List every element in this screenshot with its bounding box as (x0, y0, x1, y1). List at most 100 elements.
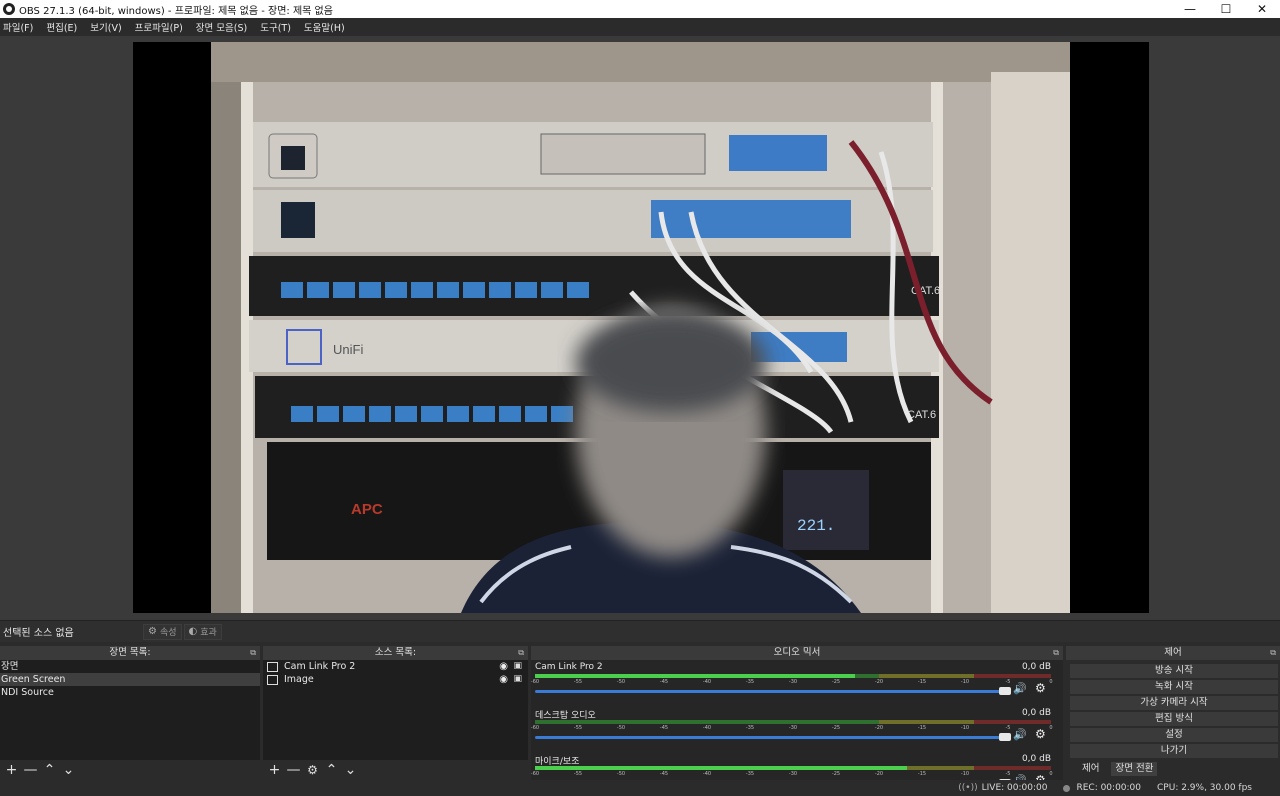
menu-help[interactable]: 도움말(H) (301, 20, 351, 34)
sources-list: Cam Link Pro 2 ◉ ▣ Image ◉ ▣ (263, 660, 528, 760)
source-item[interactable]: Image ◉ ▣ (263, 673, 528, 686)
dock-float-icon[interactable]: ⧉ (1270, 646, 1276, 660)
remove-icon[interactable]: — (21, 761, 40, 779)
meter-ticks: -60 -55 -50 -45 -40 -35 -30 -25 -20 -15 -10 -5 0 (531, 679, 1053, 687)
scene-item[interactable]: Green Screen (0, 673, 260, 686)
mixer-track-db: 0,0 dB (1021, 754, 1051, 764)
lock-icon[interactable]: ▣ (513, 673, 522, 686)
start-virtual-camera-button[interactable]: 가상 카메라 시작 (1070, 696, 1278, 710)
rec-time: REC: 00:00:00 (1076, 783, 1142, 793)
resize-grip-icon[interactable] (1268, 784, 1276, 792)
sources-title: 소스 목록: (374, 647, 417, 658)
scenes-header: 장면 목록: ⧉ (0, 646, 260, 660)
gear-icon[interactable]: ⚙ (1035, 727, 1046, 741)
volume-fader[interactable] (535, 690, 1005, 693)
preview-canvas[interactable]: CAT.6 UniFi CAT.6 APC 221. (133, 42, 1149, 613)
meter-tick-label: -25 (831, 679, 841, 685)
meter-tick-label: -50 (616, 679, 626, 685)
gear-icon: ⚙ (148, 626, 157, 637)
meter-ticks: -60 -55 -50 -45 -40 -35 -30 -25 -20 -15 -10 -5 0 (531, 771, 1053, 779)
meter-tick-label: -10 (960, 771, 970, 777)
meter-tick-label: -55 (573, 725, 583, 731)
meter-ticks: -60 -55 -50 -45 -40 -35 -30 -25 -20 -15 -10 -5 0 (531, 725, 1053, 733)
meter-tick-label: -20 (874, 679, 884, 685)
meter-tick-label: -30 (788, 679, 798, 685)
server-rack-preview-image: CAT.6 UniFi CAT.6 APC 221. (211, 42, 1070, 613)
source-toolbar: 선택된 소스 없음 ⚙ 속성 ◐ 효과 (0, 620, 1280, 642)
tab-controls[interactable]: 제어 (1078, 762, 1103, 776)
meter-level (535, 674, 855, 678)
menu-profile[interactable]: 프로파일(P) (132, 20, 189, 34)
meter-tick-label: -15 (917, 679, 927, 685)
scenes-title: 장면 목록: (109, 647, 151, 658)
remove-icon[interactable]: — (284, 761, 303, 779)
fader-knob[interactable] (999, 733, 1011, 741)
filters-button[interactable]: ◐ 효과 (183, 623, 222, 640)
scene-item[interactable]: NDI Source (0, 686, 260, 699)
meter-tick-label: -45 (659, 771, 669, 777)
meter-tick-label: -60 (531, 679, 540, 685)
tab-scene-transitions[interactable]: 장면 전환 (1111, 762, 1158, 776)
speaker-icon[interactable]: 🔊 (1013, 682, 1027, 695)
scene-item[interactable]: 장면 (0, 660, 260, 673)
minimize-button[interactable]: — (1172, 0, 1208, 18)
camera-icon (267, 661, 278, 672)
start-streaming-button[interactable]: 방송 시작 (1070, 664, 1278, 678)
volume-fader[interactable] (535, 736, 1005, 739)
obs-logo-icon (3, 3, 15, 15)
add-icon[interactable]: + (2, 761, 21, 779)
exit-button[interactable]: 나가기 (1070, 744, 1278, 758)
start-recording-button[interactable]: 녹화 시작 (1070, 680, 1278, 694)
gear-icon[interactable]: ⚙ (1035, 681, 1046, 695)
meter-zone (879, 720, 974, 724)
eye-icon[interactable]: ◉ (499, 673, 508, 686)
no-source-label: 선택된 소스 없음 (3, 628, 74, 639)
fader-knob[interactable] (999, 687, 1011, 695)
scenes-footer: + — ⌃ ⌄ (0, 760, 260, 780)
meter-tick-label: -35 (745, 771, 755, 777)
meter-tick-label: -25 (831, 771, 841, 777)
menu-edit[interactable]: 편집(E) (43, 20, 83, 34)
filters-label: 효과 (200, 628, 217, 638)
meter-tick-label: -5 (1005, 771, 1011, 777)
ups-display-label: 221. (797, 517, 835, 535)
speaker-icon[interactable]: 🔊 (1013, 728, 1027, 741)
meter-tick-label: -5 (1005, 679, 1011, 685)
menu-scene-collection[interactable]: 장면 모음(S) (193, 20, 253, 34)
cpu-status: CPU: 2.9%, 30.00 fps (1157, 783, 1252, 793)
move-down-icon[interactable]: ⌄ (59, 761, 78, 779)
add-icon[interactable]: + (265, 761, 284, 779)
dock-float-icon[interactable]: ⧉ (518, 646, 524, 660)
maximize-button[interactable]: ☐ (1208, 0, 1244, 18)
meter-zone (974, 720, 1051, 724)
sources-footer: + — ⚙ ⌃ ⌄ (263, 760, 528, 780)
eye-icon[interactable]: ◉ (499, 660, 508, 673)
menu-bar: 파일(F) 편집(E) 보기(V) 프로파일(P) 장면 모음(S) 도구(T)… (0, 18, 1280, 36)
move-up-icon[interactable]: ⌃ (40, 761, 59, 779)
studio-mode-button[interactable]: 편집 방식 (1070, 712, 1278, 726)
menu-tools[interactable]: 도구(T) (257, 20, 297, 34)
meter-tick-label: -10 (960, 725, 970, 731)
lock-icon[interactable]: ▣ (513, 660, 522, 673)
dock-float-icon[interactable]: ⧉ (1053, 646, 1059, 660)
meter-tick-label: -55 (573, 771, 583, 777)
scenes-list: 장면 Green Screen NDI Source (0, 660, 260, 760)
scenes-dock: 장면 목록: ⧉ 장면 Green Screen NDI Source + — … (0, 646, 260, 780)
sources-dock: 소스 목록: ⧉ Cam Link Pro 2 ◉ ▣ Image ◉ ▣ + … (263, 646, 528, 780)
close-button[interactable]: ✕ (1244, 0, 1280, 18)
dock-float-icon[interactable]: ⧉ (250, 646, 256, 660)
gear-icon[interactable]: ⚙ (303, 761, 322, 779)
menu-view[interactable]: 보기(V) (87, 20, 127, 34)
move-up-icon[interactable]: ⌃ (322, 761, 341, 779)
move-down-icon[interactable]: ⌄ (341, 761, 360, 779)
source-item[interactable]: Cam Link Pro 2 ◉ ▣ (263, 660, 528, 673)
meter-tick-label: -55 (573, 679, 583, 685)
source-name: Image (284, 674, 314, 685)
gear-icon[interactable]: ⚙ (1035, 773, 1046, 780)
meter-tick-label: -35 (745, 725, 755, 731)
properties-button[interactable]: ⚙ 속성 (143, 623, 182, 640)
settings-button[interactable]: 설정 (1070, 728, 1278, 742)
meter-tick-label: -60 (531, 771, 540, 777)
menu-file[interactable]: 파일(F) (0, 20, 39, 34)
image-icon (267, 674, 278, 685)
